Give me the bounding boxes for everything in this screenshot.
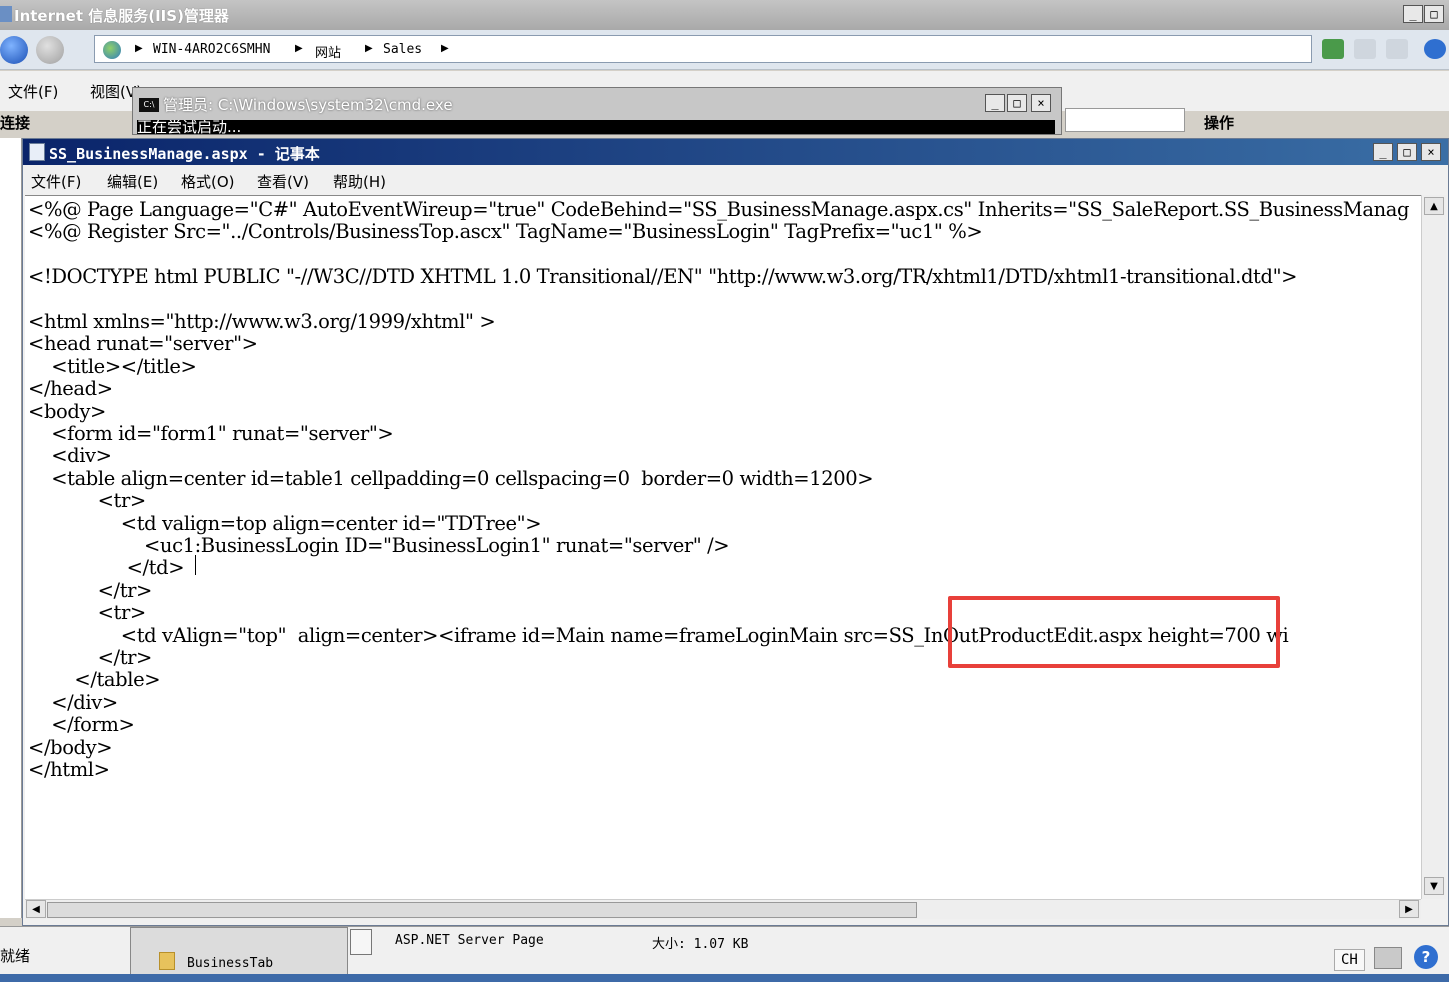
code-line: </form> <box>28 713 135 737</box>
cmd-close-icon[interactable]: × <box>1031 94 1051 112</box>
iis-window-title: Internet 信息服务(IIS)管理器 <box>14 7 229 25</box>
code-line: <td valign=top align=center id="TDTree"> <box>28 511 542 535</box>
horizontal-scroll-thumb[interactable] <box>47 902 917 918</box>
code-line: </tr> <box>28 646 153 669</box>
code-line: <title></title> <box>28 354 197 378</box>
code-line: <html xmlns="http://www.w3.org/1999/xhtm… <box>28 310 496 333</box>
iis-maximize-icon[interactable]: □ <box>1424 5 1444 23</box>
keyboard-icon[interactable] <box>1374 947 1402 969</box>
chevron-right-icon[interactable]: ▶ <box>295 43 303 54</box>
notepad-menu-view[interactable]: 查看(V) <box>257 171 309 192</box>
cmd-maximize-icon[interactable]: □ <box>1007 94 1027 112</box>
vertical-scrollbar[interactable]: ▲ ▼ <box>1421 195 1446 899</box>
code-line: <body> <box>28 399 106 423</box>
code-line: </html> <box>28 758 110 781</box>
globe-icon <box>103 41 121 59</box>
cmd-window[interactable]: C:\ 管理员: C:\Windows\system32\cmd.exe _ □… <box>132 87 1062 135</box>
notepad-minimize-icon[interactable]: _ <box>1373 143 1393 161</box>
back-arrow-icon[interactable] <box>0 36 28 64</box>
code-line: <%@ Page Language="C#" AutoEventWireup="… <box>28 198 1410 221</box>
cmd-minimize-icon[interactable]: _ <box>985 94 1005 112</box>
notepad-menu-bar: 文件(F) 编辑(E) 格式(O) 查看(V) 帮助(H) <box>23 166 1448 194</box>
forward-arrow-icon[interactable] <box>36 36 64 64</box>
notepad-maximize-icon[interactable]: □ <box>1397 143 1417 161</box>
notepad-menu-file[interactable]: 文件(F) <box>31 171 81 192</box>
code-line: </table> <box>28 668 161 692</box>
actions-label: 操作 <box>1204 114 1235 132</box>
code-line: <tr> <box>28 601 147 625</box>
stop-icon[interactable] <box>1354 39 1376 59</box>
scroll-right-icon[interactable]: ▶ <box>1399 900 1419 918</box>
iis-nav-bar: ▶ WIN-4ARO2C6SMHN ▶ 网站 ▶ Sales ▶ <box>0 30 1449 70</box>
taskbar-edge <box>0 974 1449 982</box>
text-caret <box>195 555 196 575</box>
code-line: </body> <box>28 735 113 759</box>
notepad-menu-help[interactable]: 帮助(H) <box>333 171 386 192</box>
actions-search-box[interactable] <box>1065 108 1185 132</box>
home-icon[interactable] <box>1386 39 1408 59</box>
taskbar-item-label: BusinessTab <box>187 956 274 971</box>
file-size-label: 大小: 1.07 KB <box>652 937 749 952</box>
file-type-label: ASP.NET Server Page <box>395 933 544 948</box>
help-icon[interactable]: ? <box>1414 945 1438 969</box>
highlight-box <box>948 596 1280 668</box>
code-line: </div> <box>28 690 118 714</box>
file-icon <box>350 929 372 955</box>
notepad-icon <box>29 143 45 161</box>
code-line: </head> <box>28 377 113 401</box>
horizontal-scrollbar[interactable]: ◀ ▶ <box>25 899 1421 919</box>
cmd-console-text: 正在尝试启动... <box>137 120 1055 134</box>
code-line: </td> <box>28 556 185 580</box>
scroll-down-icon[interactable]: ▼ <box>1424 877 1444 895</box>
code-line: </tr> <box>28 578 153 602</box>
input-language-indicator[interactable]: CH <box>1334 949 1365 971</box>
notepad-window: SS_BusinessManage.aspx - 记事本 _ □ × 文件(F)… <box>22 138 1449 926</box>
cmd-icon: C:\ <box>139 98 159 112</box>
code-line: <tr> <box>28 489 147 513</box>
code-line: <%@ Register Src="../Controls/BusinessTo… <box>28 220 983 244</box>
chevron-right-icon[interactable]: ▶ <box>441 43 449 54</box>
status-ready: 就绪 <box>0 947 31 965</box>
code-line: <!DOCTYPE html PUBLIC "-//W3C//DTD XHTML… <box>28 265 1298 289</box>
connections-label: 连接 <box>0 114 31 132</box>
refresh-icon[interactable] <box>1322 39 1344 59</box>
iis-app-icon <box>0 6 12 22</box>
notepad-window-title: SS_BusinessManage.aspx - 记事本 <box>49 145 320 163</box>
iis-title-bar: Internet 信息服务(IIS)管理器 _ □ <box>0 0 1449 30</box>
scroll-up-icon[interactable]: ▲ <box>1424 197 1444 215</box>
breadcrumb-sales[interactable]: Sales <box>383 42 422 57</box>
code-line: <form id="form1" runat="server"> <box>28 422 394 445</box>
text-editor-area[interactable]: <%@ Page Language="C#" AutoEventWireup="… <box>25 195 1421 899</box>
folder-icon <box>159 952 175 970</box>
connections-tree[interactable] <box>0 138 22 918</box>
chevron-right-icon[interactable]: ▶ <box>135 43 143 54</box>
notepad-menu-edit[interactable]: 编辑(E) <box>107 171 158 192</box>
breadcrumb-sites[interactable]: 网站 <box>315 42 341 61</box>
cmd-window-title: 管理员: C:\Windows\system32\cmd.exe <box>163 96 453 114</box>
help-icon[interactable] <box>1424 39 1446 59</box>
iis-minimize-icon[interactable]: _ <box>1403 5 1423 23</box>
breadcrumb-server[interactable]: WIN-4ARO2C6SMHN <box>153 42 270 57</box>
scroll-left-icon[interactable]: ◀ <box>26 900 46 918</box>
code-line: <table align=center id=table1 cellpaddin… <box>28 466 874 490</box>
notepad-close-icon[interactable]: × <box>1421 143 1441 161</box>
code-line: <div> <box>28 444 112 468</box>
code-line: <uc1:BusinessLogin ID="BusinessLogin1" r… <box>28 534 730 557</box>
address-bar[interactable]: ▶ WIN-4ARO2C6SMHN ▶ 网站 ▶ Sales ▶ <box>94 35 1312 63</box>
notepad-title-bar: SS_BusinessManage.aspx - 记事本 _ □ × <box>23 139 1448 165</box>
iis-menu-file[interactable]: 文件(F) <box>8 81 58 102</box>
code-line: <head runat="server"> <box>28 332 258 356</box>
chevron-right-icon[interactable]: ▶ <box>365 43 373 54</box>
notepad-menu-format[interactable]: 格式(O) <box>181 171 235 192</box>
